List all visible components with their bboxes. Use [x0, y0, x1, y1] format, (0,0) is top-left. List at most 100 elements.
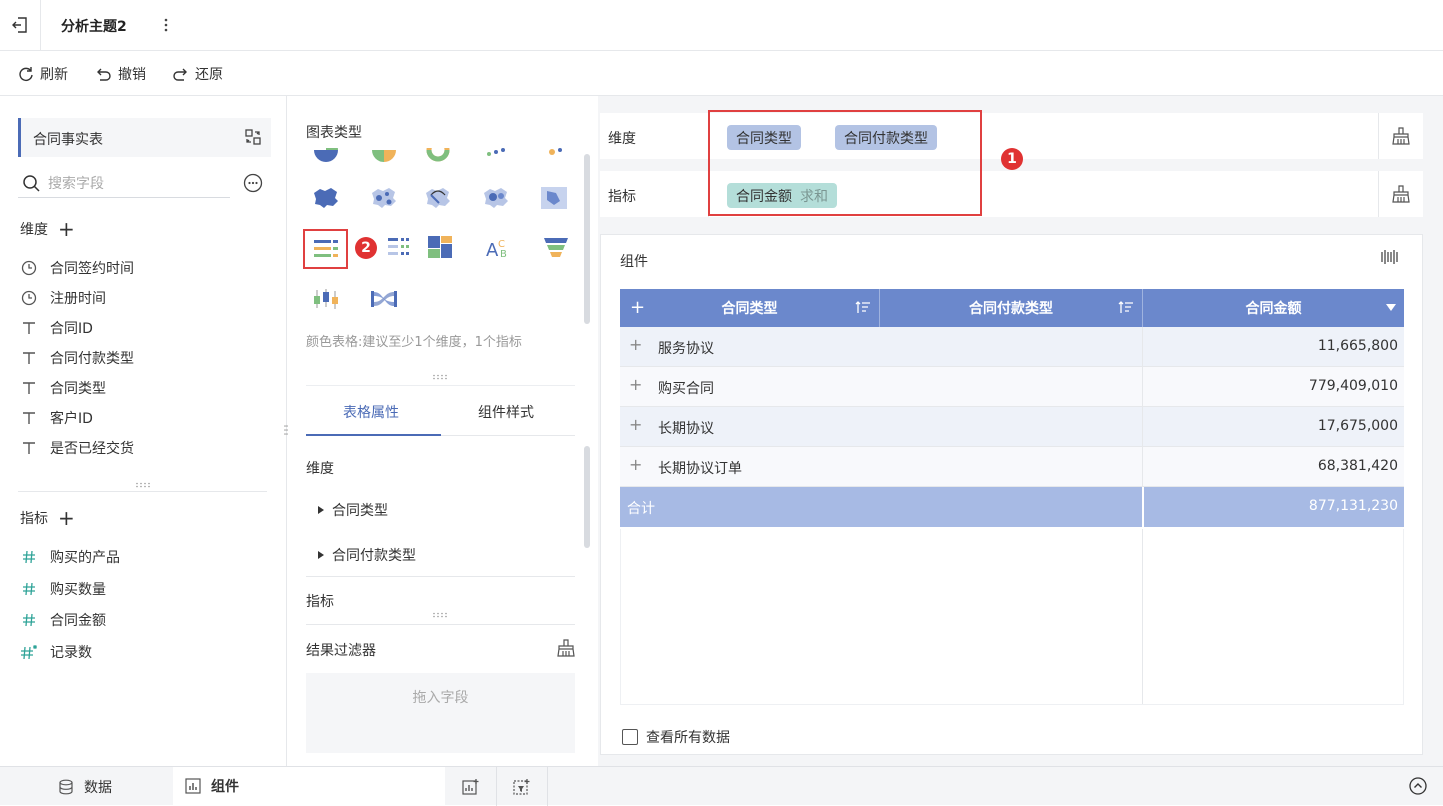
table-row[interactable]: + 长期协议订单 68,381,420: [620, 447, 1404, 487]
expand-row-icon[interactable]: +: [629, 457, 643, 473]
add-dimension-icon[interactable]: +: [58, 219, 75, 239]
word-cloud-icon: A CB: [486, 239, 507, 259]
panel-resize-handle[interactable]: [134, 482, 154, 488]
tab-table-properties[interactable]: 表格属性: [343, 402, 399, 422]
barcode-icon[interactable]: [1380, 249, 1400, 265]
expand-arrow-icon: [318, 506, 324, 514]
dimension-field[interactable]: 合同类型: [20, 377, 106, 399]
dimension-field[interactable]: 合同付款类型: [20, 347, 134, 369]
exit-button[interactable]: [0, 0, 41, 50]
field-options-button[interactable]: [243, 173, 263, 193]
toolbar: 刷新 撤销 还原: [0, 51, 1443, 96]
flow-map-icon: [426, 188, 450, 208]
chart-type-map-custom[interactable]: [534, 180, 574, 216]
chart-type-map-region[interactable]: [306, 180, 346, 216]
add-filter-widget-button[interactable]: [497, 767, 548, 806]
scatter-chart-icon[interactable]: [484, 148, 508, 164]
column-header[interactable]: 合同付款类型: [880, 289, 1143, 327]
dataset-selector[interactable]: 合同事实表: [18, 118, 271, 157]
table-border: [620, 529, 621, 705]
chart-type-sankey[interactable]: [364, 281, 404, 317]
field-label: 注册时间: [50, 291, 106, 307]
chart-type-treemap[interactable]: [420, 229, 460, 265]
tab-data[interactable]: 数据: [0, 767, 173, 806]
sort-icon[interactable]: [855, 300, 871, 314]
checkbox-box[interactable]: [622, 729, 638, 745]
dimension-shelf-clear-button[interactable]: [1378, 113, 1423, 159]
dimension-field[interactable]: 合同ID: [20, 317, 93, 339]
row-value: 11,665,800: [1317, 338, 1398, 354]
chart-type-candlestick[interactable]: [306, 281, 346, 317]
table-row[interactable]: + 购买合同 779,409,010: [620, 367, 1404, 407]
properties-scrollbar[interactable]: [584, 446, 590, 548]
panel-resize-handle[interactable]: [431, 612, 451, 618]
chart-type-color-table[interactable]: [303, 229, 348, 269]
column-header-label: 合同金额: [1245, 301, 1302, 317]
pie-chart-icon[interactable]: [314, 148, 338, 162]
tab-widget[interactable]: 组件: [173, 767, 445, 806]
field-search: [18, 170, 230, 198]
divider: [306, 576, 575, 577]
hash-icon: [20, 580, 38, 598]
add-widget-button[interactable]: [446, 767, 497, 806]
measure-field[interactable]: 购买的产品: [20, 546, 120, 568]
expand-row-icon[interactable]: +: [629, 417, 643, 433]
dimensions-title-text: 维度: [20, 222, 48, 238]
chart-type-scrollbar[interactable]: [584, 154, 590, 324]
field-label: 合同签约时间: [50, 261, 134, 277]
text-type-icon: [20, 409, 38, 427]
collapse-button[interactable]: [1409, 777, 1427, 795]
prop-dimension-item-label: 合同付款类型: [332, 548, 416, 564]
donut-chart-icon[interactable]: [426, 148, 450, 162]
switch-dataset-icon[interactable]: [244, 128, 262, 146]
bubble-chart-icon[interactable]: [542, 148, 566, 164]
dimension-field[interactable]: 注册时间: [20, 287, 106, 309]
restore-button[interactable]: 还原: [172, 64, 223, 84]
chart-type-detail-table[interactable]: [378, 229, 418, 265]
dropdown-caret-icon[interactable]: [1386, 304, 1396, 312]
candlestick-icon: [314, 289, 338, 309]
table-row[interactable]: + 长期协议 17,675,000: [620, 407, 1404, 447]
measure-field[interactable]: 合同金额: [20, 609, 106, 631]
field-label: 合同金额: [50, 613, 106, 629]
add-column-button[interactable]: +: [630, 297, 645, 318]
expand-row-icon[interactable]: +: [629, 377, 643, 393]
chart-type-funnel[interactable]: [536, 229, 576, 265]
refresh-button[interactable]: 刷新: [17, 64, 68, 84]
chart-type-map-heat[interactable]: [476, 180, 516, 216]
add-filter-icon: [513, 778, 530, 795]
tab-widget-style[interactable]: 组件样式: [478, 402, 534, 422]
expand-row-icon[interactable]: +: [629, 337, 643, 353]
chart-type-word-cloud[interactable]: ACB: [478, 229, 518, 265]
panel-resize-handle[interactable]: [431, 374, 451, 380]
show-all-data-checkbox[interactable]: 查看所有数据: [622, 727, 730, 747]
filter-drop-zone[interactable]: 拖入字段: [306, 673, 575, 753]
add-measure-icon[interactable]: +: [58, 508, 75, 528]
dimension-field[interactable]: 合同签约时间: [20, 257, 134, 279]
chart-type-map-flow[interactable]: [418, 180, 458, 216]
sort-icon[interactable]: [1118, 300, 1134, 314]
chart-type-map-point[interactable]: [364, 180, 404, 216]
measure-field[interactable]: 记录数: [20, 641, 92, 663]
row-value: 779,409,010: [1308, 378, 1398, 394]
measures-title-text: 指标: [20, 511, 48, 527]
column-header[interactable]: 合同金额: [1143, 289, 1404, 327]
measure-field[interactable]: 购买数量: [20, 578, 106, 600]
prop-dimension-item[interactable]: 合同类型: [318, 500, 388, 520]
measure-shelf-clear-button[interactable]: [1378, 171, 1423, 217]
dimension-field[interactable]: 客户ID: [20, 407, 93, 429]
field-label: 记录数: [50, 644, 92, 661]
dimension-field[interactable]: 是否已经交货: [20, 437, 134, 459]
prop-dimension-item[interactable]: 合同付款类型: [318, 545, 416, 565]
column-divider: [1142, 407, 1143, 447]
table-row[interactable]: + 服务协议 11,665,800: [620, 327, 1404, 367]
restore-icon: [173, 68, 187, 81]
search-input[interactable]: [48, 173, 223, 195]
more-options-button[interactable]: [158, 14, 174, 36]
rose-chart-icon[interactable]: [372, 148, 396, 162]
column-header[interactable]: + 合同类型: [620, 289, 880, 327]
filter-settings-button[interactable]: [556, 639, 576, 657]
undo-button[interactable]: 撤销: [95, 64, 146, 84]
heat-map-icon: [484, 188, 508, 208]
bar-chart-icon: [185, 777, 201, 794]
